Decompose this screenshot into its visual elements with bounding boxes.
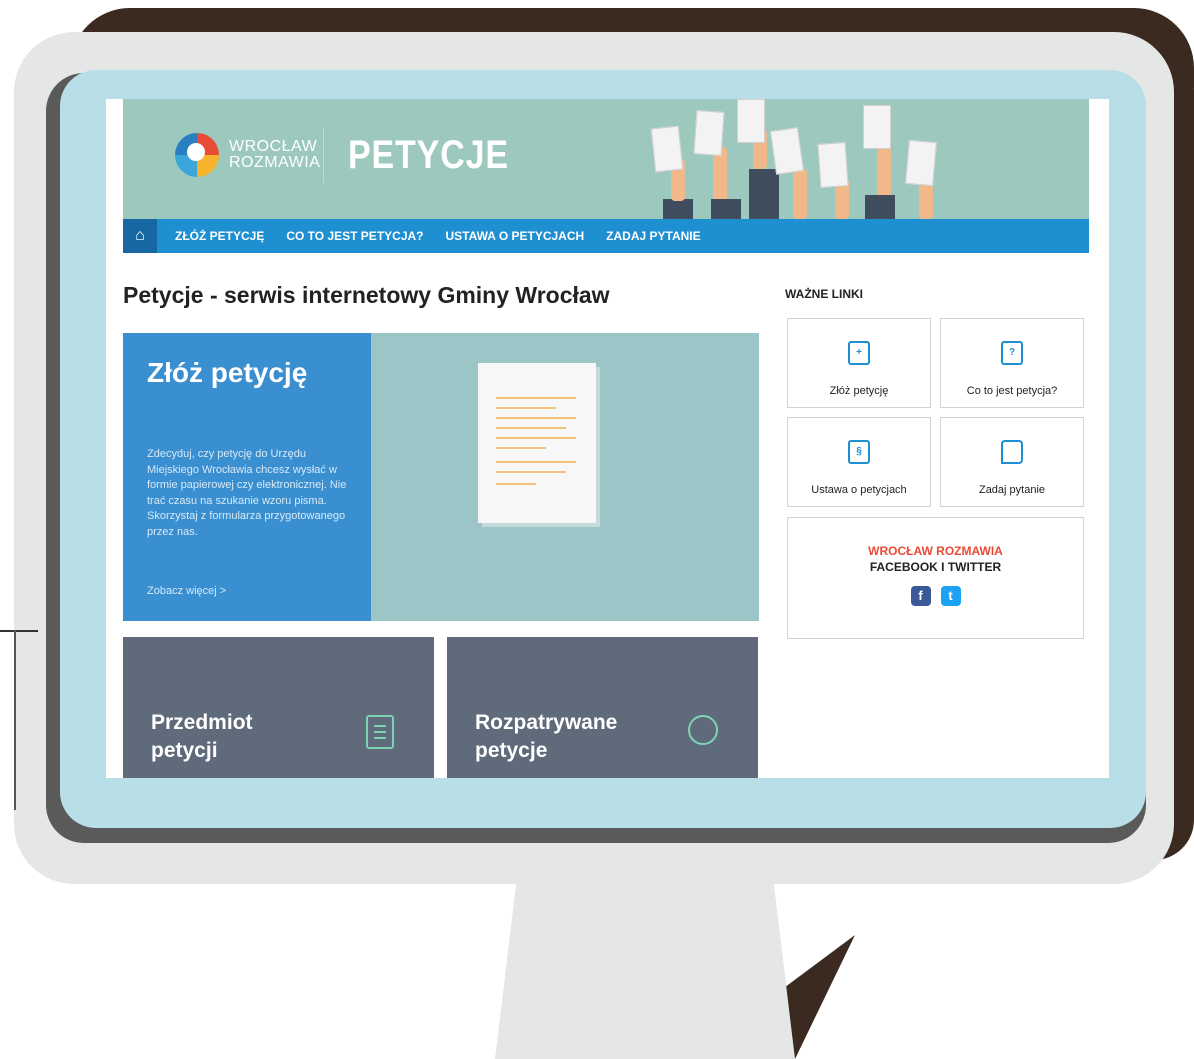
search-document-icon <box>688 715 718 745</box>
chat-bubble-icon <box>1001 440 1023 464</box>
arm <box>877 147 891 197</box>
social-subtitle: FACEBOOK I TWITTER <box>869 560 1002 574</box>
petition-card <box>693 110 725 156</box>
law-book-icon: § <box>848 440 870 464</box>
add-document-icon: + <box>848 341 870 365</box>
hero-title: Złóż petycję <box>147 357 308 388</box>
hero-panel: Złóż petycję Zdecyduj, czy petycję do Ur… <box>123 333 371 621</box>
link-label: Zadaj pytanie <box>978 484 1046 496</box>
petition-card <box>905 139 937 187</box>
twitter-icon[interactable]: t <box>940 586 961 606</box>
petition-card <box>737 99 765 143</box>
site-header: WROCŁAW ROZMAWIA PETYCJE <box>123 99 1089 219</box>
hero-description: Zdecyduj, czy petycję do Urzędu Miejskie… <box>147 448 347 538</box>
monitor-stand <box>495 860 795 1059</box>
nav-petition-act[interactable]: USTAWA O PETYCJACH <box>445 229 584 243</box>
social-title: WROCŁAW ROZMAWIA <box>868 544 1003 558</box>
link-ask-question[interactable]: Zadaj pytanie <box>940 417 1084 507</box>
cable <box>0 630 38 632</box>
nav-what-is-petition[interactable]: CO TO JEST PETYCJA? <box>286 229 423 243</box>
sleeve <box>865 195 895 219</box>
tile-title: Rozpatrywane petycje <box>475 711 618 762</box>
link-label: Ustawa o petycjach <box>811 484 907 496</box>
link-what-is-petition[interactable]: ? Co to jest petycja? <box>940 318 1084 408</box>
logo-line-1: WROCŁAW <box>229 138 318 155</box>
page-title: Petycje - serwis internetowy Gminy Wrocł… <box>123 282 610 308</box>
tile-reviewed-petitions[interactable]: Rozpatrywane petycje <box>447 637 758 778</box>
logo[interactable]: WROCŁAW ROZMAWIA PETYCJE <box>175 127 537 183</box>
nav-ask-question[interactable]: ZADAJ PYTANIE <box>606 229 700 243</box>
petition-card <box>770 127 804 175</box>
brand-title: PETYCJE <box>348 132 509 177</box>
important-links-heading: WAŻNE LINKI <box>785 287 863 301</box>
sleeve <box>749 169 779 219</box>
location-pin-icon <box>175 133 219 177</box>
link-petition-act[interactable]: § Ustawa o petycjach <box>787 417 931 507</box>
arm <box>713 147 727 207</box>
petition-card <box>650 125 684 173</box>
see-more-link[interactable]: Zobacz więcej > <box>147 585 226 597</box>
question-document-icon: ? <box>1001 341 1023 365</box>
raised-hands-illustration <box>623 99 943 219</box>
cable-vertical <box>14 630 16 810</box>
nav-submit-petition[interactable]: ZŁÓŻ PETYCJĘ <box>175 229 264 243</box>
petition-card <box>863 105 891 149</box>
logo-divider <box>323 127 324 183</box>
home-icon[interactable]: ⌂ <box>123 219 157 253</box>
facebook-icon[interactable]: f <box>910 586 931 606</box>
link-label: Złóż petycję <box>829 385 889 397</box>
hero-banner[interactable]: Złóż petycję Zdecyduj, czy petycję do Ur… <box>123 333 759 621</box>
document-icon <box>366 715 394 749</box>
tile-title: Przedmiot petycji <box>151 711 253 762</box>
link-label: Co to jest petycja? <box>966 385 1058 397</box>
monitor-illustration: WROCŁAW ROZMAWIA PETYCJE ⌂ ZŁÓŻ PETYCJĘ … <box>0 0 1194 1059</box>
sleeve <box>663 199 693 219</box>
arm <box>793 169 807 219</box>
main-nav: ⌂ ZŁÓŻ PETYCJĘ CO TO JEST PETYCJA? USTAW… <box>123 219 1089 253</box>
social-box: WROCŁAW ROZMAWIA FACEBOOK I TWITTER f t <box>787 517 1084 639</box>
tile-petition-subject[interactable]: Przedmiot petycji <box>123 637 434 778</box>
link-submit-petition[interactable]: + Złóż petycję <box>787 318 931 408</box>
document-illustration <box>478 363 596 523</box>
website: WROCŁAW ROZMAWIA PETYCJE ⌂ ZŁÓŻ PETYCJĘ … <box>106 99 1109 778</box>
sleeve <box>711 199 741 219</box>
logo-line-2: ROZMAWIA <box>229 154 321 171</box>
petition-card <box>817 142 849 188</box>
